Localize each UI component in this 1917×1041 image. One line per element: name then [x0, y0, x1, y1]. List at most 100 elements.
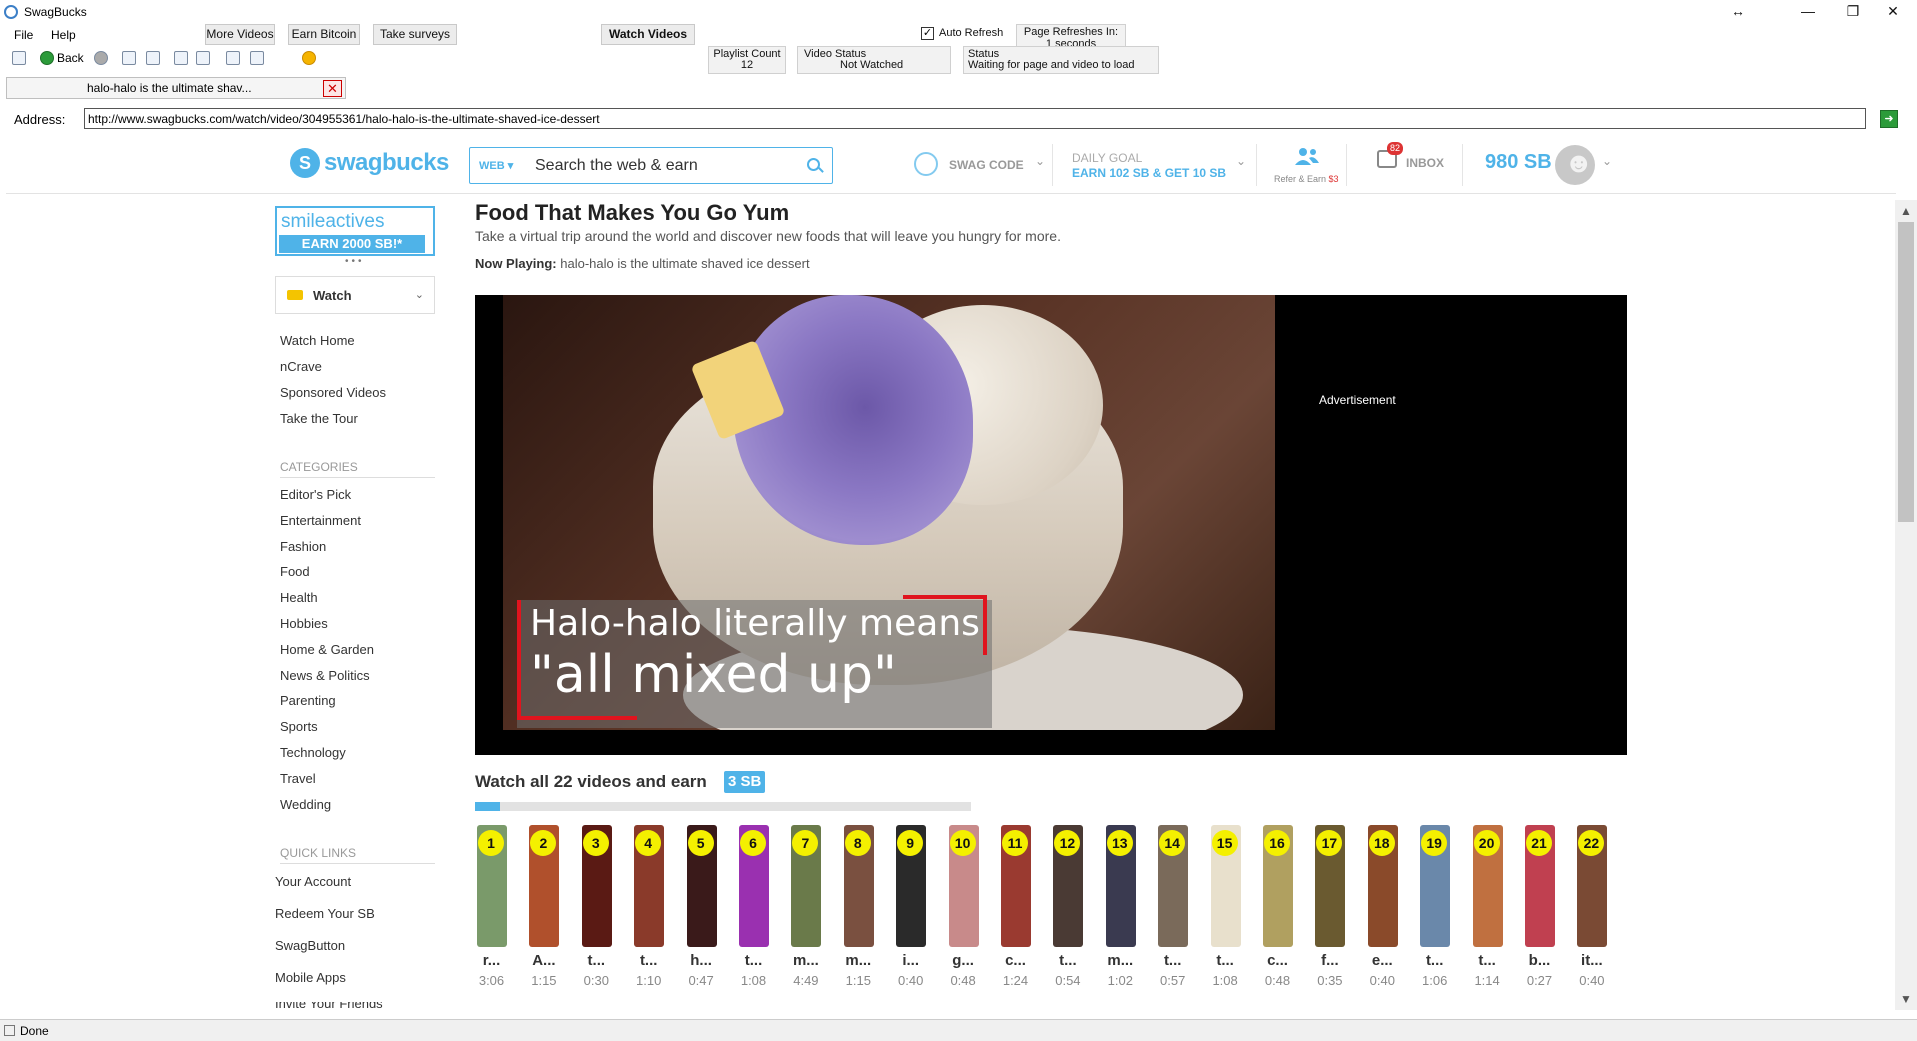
playlist-item[interactable]: 13 m... 1:02 [1104, 825, 1137, 990]
favorites-icon[interactable] [302, 51, 316, 65]
search-icon[interactable] [807, 158, 820, 171]
category-home-garden[interactable]: Home & Garden [280, 642, 374, 657]
playlist-item[interactable]: 6 t... 1:08 [737, 825, 770, 990]
close-window-button[interactable]: ✕ [1870, 0, 1916, 24]
playlist-item-title[interactable]: r... [475, 952, 508, 969]
playlist-item[interactable]: 4 t... 1:10 [632, 825, 665, 990]
page-scrollbar[interactable]: ▲ ▼ [1895, 200, 1917, 1010]
playlist-item[interactable]: 14 t... 0:57 [1156, 825, 1189, 990]
category-parenting[interactable]: Parenting [280, 693, 336, 708]
playlist-item[interactable]: 10 g... 0:48 [947, 825, 980, 990]
playlist-item-title[interactable]: m... [842, 952, 875, 969]
playlist-item-title[interactable]: A... [527, 952, 560, 969]
quick-link-your-account[interactable]: Your Account [275, 874, 351, 889]
playlist-item-title[interactable]: t... [1471, 952, 1504, 969]
forward-icon[interactable] [94, 51, 108, 65]
playlist-item[interactable]: 2 A... 1:15 [527, 825, 560, 990]
playlist-item[interactable]: 12 t... 0:54 [1051, 825, 1084, 990]
scroll-up-icon[interactable]: ▲ [1900, 204, 1912, 218]
print-preview-icon[interactable] [250, 51, 264, 65]
quick-link-invite-friends[interactable]: Invite Your Friends [275, 1002, 383, 1010]
playlist-item-title[interactable]: m... [1104, 952, 1137, 969]
home-icon[interactable] [174, 51, 188, 65]
playlist-item-title[interactable]: t... [1418, 952, 1451, 969]
find-icon[interactable] [196, 51, 210, 65]
refresh-icon[interactable] [146, 51, 160, 65]
menu-help[interactable]: Help [51, 28, 76, 42]
sidebar-link-take-the-tour[interactable]: Take the Tour [280, 411, 358, 426]
swag-code-icon[interactable] [914, 152, 938, 176]
search-input[interactable] [535, 156, 785, 176]
quick-link-swagbutton[interactable]: SwagButton [275, 938, 345, 953]
browser-tab[interactable]: halo-halo is the ultimate shav... ✕ [6, 77, 346, 99]
playlist-item[interactable]: 17 f... 0:35 [1313, 825, 1346, 990]
playlist-item-title[interactable]: t... [1051, 952, 1084, 969]
playlist-item-title[interactable]: b... [1523, 952, 1556, 969]
avatar[interactable] [1555, 145, 1595, 185]
playlist-item[interactable]: 9 i... 0:40 [894, 825, 927, 990]
category-sports[interactable]: Sports [280, 719, 318, 734]
watch-dropdown[interactable]: Watch ⌄ [275, 276, 435, 314]
playlist-item-title[interactable]: m... [789, 952, 822, 969]
playlist-item[interactable]: 1 r... 3:06 [475, 825, 508, 990]
category-technology[interactable]: Technology [280, 745, 346, 760]
promo-pager-dots[interactable]: ••• [345, 256, 365, 267]
playlist-item[interactable]: 15 t... 1:08 [1209, 825, 1242, 990]
category-wedding[interactable]: Wedding [280, 797, 331, 812]
address-input[interactable] [84, 108, 1866, 129]
watch-videos-button[interactable]: Watch Videos [601, 24, 695, 45]
page-icon[interactable] [122, 51, 136, 65]
inbox-label[interactable]: INBOX [1406, 156, 1444, 170]
auto-refresh-checkbox[interactable]: ✓ [921, 27, 934, 40]
category-editors-pick[interactable]: Editor's Pick [280, 487, 351, 502]
more-videos-button[interactable]: More Videos [205, 24, 275, 45]
resize-icon[interactable]: ↔ [1715, 0, 1761, 24]
sidebar-link-sponsored-videos[interactable]: Sponsored Videos [280, 385, 386, 400]
playlist-item[interactable]: 7 m... 4:49 [789, 825, 822, 990]
swag-code-chevron-icon[interactable]: ⌄ [1035, 154, 1045, 168]
category-travel[interactable]: Travel [280, 771, 316, 786]
playlist-item-title[interactable]: g... [947, 952, 980, 969]
category-food[interactable]: Food [280, 564, 310, 579]
playlist-item-title[interactable]: t... [580, 952, 613, 969]
video-player[interactable]: Halo-halo literally means "all mixed up"… [475, 295, 1627, 755]
playlist-item[interactable]: 20 t... 1:14 [1471, 825, 1504, 990]
playlist-item[interactable]: 22 it... 0:40 [1575, 825, 1608, 990]
playlist-item[interactable]: 5 h... 0:47 [685, 825, 718, 990]
playlist-item[interactable]: 16 c... 0:48 [1261, 825, 1294, 990]
search-type-dropdown[interactable]: WEB ▾ [479, 159, 513, 172]
playlist-item-title[interactable]: t... [632, 952, 665, 969]
playlist-item-title[interactable]: t... [1156, 952, 1189, 969]
quick-link-mobile-apps[interactable]: Mobile Apps [275, 970, 346, 985]
daily-goal-chevron-icon[interactable]: ⌄ [1236, 154, 1246, 168]
quick-link-redeem-sb[interactable]: Redeem Your SB [275, 906, 375, 921]
go-icon[interactable]: ➜ [1880, 110, 1898, 128]
scroll-down-icon[interactable]: ▼ [1900, 992, 1912, 1006]
earn-bitcoin-button[interactable]: Earn Bitcoin [288, 24, 360, 45]
playlist-item[interactable]: 3 t... 0:30 [580, 825, 613, 990]
playlist-item[interactable]: 18 e... 0:40 [1366, 825, 1399, 990]
sidebar-link-watch-home[interactable]: Watch Home [280, 333, 355, 348]
refer-earn-label[interactable]: Refer & Earn $3 [1274, 174, 1339, 184]
open-icon[interactable] [12, 51, 26, 65]
playlist-item-title[interactable]: e... [1366, 952, 1399, 969]
playlist-item[interactable]: 11 c... 1:24 [999, 825, 1032, 990]
playlist-item[interactable]: 8 m... 1:15 [842, 825, 875, 990]
playlist-item-title[interactable]: c... [1261, 952, 1294, 969]
back-icon[interactable] [40, 51, 54, 65]
video-frame[interactable]: Halo-halo literally means "all mixed up" [503, 295, 1275, 730]
sidebar-link-ncrave[interactable]: nCrave [280, 359, 322, 374]
refer-friends-icon[interactable] [1294, 146, 1320, 166]
category-health[interactable]: Health [280, 590, 318, 605]
scrollbar-thumb[interactable] [1898, 222, 1914, 522]
minimize-button[interactable]: — [1785, 0, 1831, 24]
daily-goal-value[interactable]: EARN 102 SB & GET 10 SB [1072, 166, 1226, 180]
playlist-item[interactable]: 21 b... 0:27 [1523, 825, 1556, 990]
playlist-item[interactable]: 19 t... 1:06 [1418, 825, 1451, 990]
playlist-item-title[interactable]: t... [1209, 952, 1242, 969]
tab-close-icon[interactable]: ✕ [323, 80, 342, 97]
swagbucks-logo[interactable]: S swagbucks [290, 148, 449, 178]
swag-code-label[interactable]: SWAG CODE [949, 158, 1024, 172]
smileactives-promo-banner[interactable]: smileactives EARN 2000 SB!* [275, 206, 435, 256]
sb-balance[interactable]: 980 SB [1485, 151, 1552, 174]
